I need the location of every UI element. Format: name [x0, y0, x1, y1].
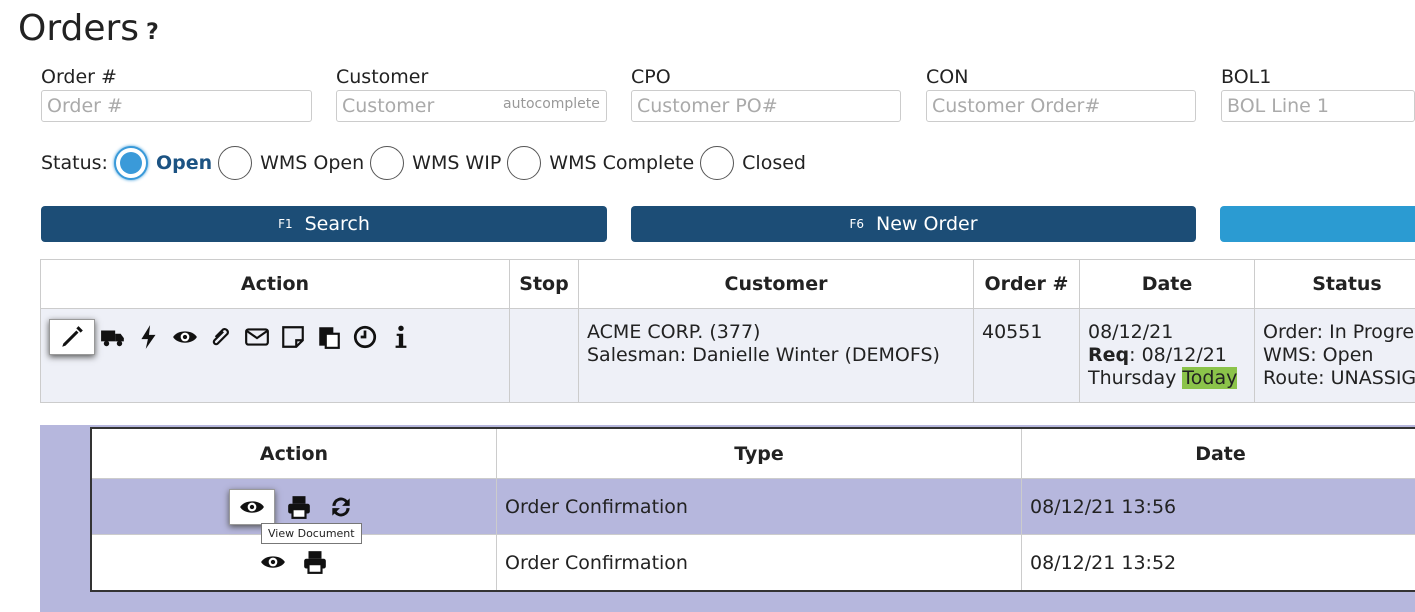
- search-key: F1: [278, 217, 293, 231]
- radio-closed-label[interactable]: Closed: [742, 152, 806, 174]
- salesman: Salesman: Danielle Winter (DEMOFS): [587, 344, 940, 366]
- route-status: Route: UNASSIG: [1263, 367, 1415, 389]
- eye-icon[interactable]: [228, 488, 275, 525]
- weekday: Thursday: [1088, 367, 1177, 389]
- doc-type-cell: Order Confirmation: [496, 534, 1022, 592]
- col-date[interactable]: Date: [1079, 259, 1255, 309]
- autocomplete-hint: autocomplete: [503, 96, 600, 112]
- today-badge: Today: [1182, 367, 1238, 389]
- new-order-button[interactable]: F6 New Order: [631, 206, 1196, 242]
- radio-wms-wip-label[interactable]: WMS WIP: [412, 152, 501, 174]
- printer-icon[interactable]: [281, 490, 317, 524]
- note-icon[interactable]: [275, 320, 311, 354]
- bolt-icon[interactable]: [131, 320, 167, 354]
- col-order-no[interactable]: Order #: [973, 259, 1080, 309]
- doc-col-type[interactable]: Type: [496, 427, 1022, 479]
- clipboard-icon[interactable]: [311, 320, 347, 354]
- radio-wms-open-label[interactable]: WMS Open: [260, 152, 364, 174]
- search-label: Search: [304, 213, 370, 235]
- paperclip-icon[interactable]: [203, 320, 239, 354]
- radio-open-label[interactable]: Open: [156, 152, 212, 174]
- doc-type-cell: Order Confirmation: [496, 478, 1022, 535]
- refresh-icon[interactable]: [323, 490, 359, 524]
- page-title: Orders: [18, 8, 140, 49]
- search-button[interactable]: F1 Search: [41, 206, 607, 242]
- pencil-icon[interactable]: [49, 319, 95, 355]
- order-status: Order: In Progres: [1263, 321, 1415, 343]
- doc-date-cell: 08/12/21 13:52: [1021, 534, 1415, 592]
- date-cell: 08/12/21 Req: 08/12/21 Thursday Today: [1079, 308, 1255, 403]
- col-stop[interactable]: Stop: [509, 259, 579, 309]
- customer-label: Customer: [336, 66, 429, 88]
- radio-closed[interactable]: [700, 146, 735, 180]
- envelope-icon[interactable]: [239, 320, 275, 354]
- radio-wms-complete-label[interactable]: WMS Complete: [549, 152, 694, 174]
- radio-wms-open[interactable]: [218, 146, 253, 180]
- order-number-cell: 40551: [973, 308, 1080, 403]
- radio-wms-wip[interactable]: [370, 146, 405, 180]
- status-cell: Order: In Progres WMS: Open Route: UNASS…: [1254, 308, 1415, 403]
- radio-wms-complete[interactable]: [507, 146, 542, 180]
- orders-table: Action Stop Customer Order # Date Status: [40, 259, 1415, 403]
- eye-icon[interactable]: [167, 320, 203, 354]
- new-order-key: F6: [849, 217, 865, 231]
- info-icon[interactable]: [383, 320, 419, 354]
- doc-col-date[interactable]: Date: [1021, 427, 1415, 479]
- view-document-tooltip: View Document: [261, 523, 362, 544]
- customer-name: ACME CORP. (377): [587, 321, 761, 343]
- action-cell: [40, 308, 510, 403]
- status-label: Status:: [41, 152, 108, 174]
- new-order-label: New Order: [876, 213, 978, 235]
- extra-action-button[interactable]: [1220, 206, 1415, 242]
- con-label: CON: [926, 66, 969, 88]
- eye-icon[interactable]: [255, 545, 291, 579]
- order-input[interactable]: [41, 90, 312, 122]
- weekday-line: Thursday Today: [1088, 367, 1246, 390]
- radio-open[interactable]: [113, 146, 148, 180]
- status-filter: Status: Open WMS Open WMS WIP WMS Comple…: [41, 146, 812, 180]
- cpo-label: CPO: [631, 66, 671, 88]
- req-label: Req: [1088, 344, 1130, 366]
- wms-status: WMS: Open: [1263, 344, 1374, 366]
- col-status[interactable]: Status: [1254, 259, 1415, 309]
- bol1-label: BOL1: [1221, 66, 1272, 88]
- order-date: 08/12/21: [1088, 321, 1174, 343]
- bol1-input[interactable]: [1221, 90, 1415, 122]
- help-icon[interactable]: ?: [146, 20, 159, 45]
- doc-date-cell: 08/12/21 13:56: [1021, 478, 1415, 535]
- cpo-input[interactable]: [631, 90, 901, 122]
- req-date: Req: 08/12/21: [1088, 344, 1246, 367]
- printer-icon[interactable]: [297, 545, 333, 579]
- customer-cell: ACME CORP. (377) Salesman: Danielle Wint…: [578, 308, 974, 403]
- table-row: ACME CORP. (377) Salesman: Danielle Wint…: [40, 308, 1415, 403]
- req-value: : 08/12/21: [1129, 344, 1227, 366]
- clock-icon[interactable]: [347, 320, 383, 354]
- stop-cell: [509, 308, 579, 403]
- truck-icon[interactable]: [95, 320, 131, 354]
- con-input[interactable]: [926, 90, 1196, 122]
- doc-col-action[interactable]: Action: [90, 427, 497, 479]
- col-customer[interactable]: Customer: [578, 259, 974, 309]
- documents-table: Action Type Date Order Confirmation 08/1…: [90, 427, 1415, 592]
- col-action[interactable]: Action: [40, 259, 510, 309]
- order-label: Order #: [41, 66, 117, 88]
